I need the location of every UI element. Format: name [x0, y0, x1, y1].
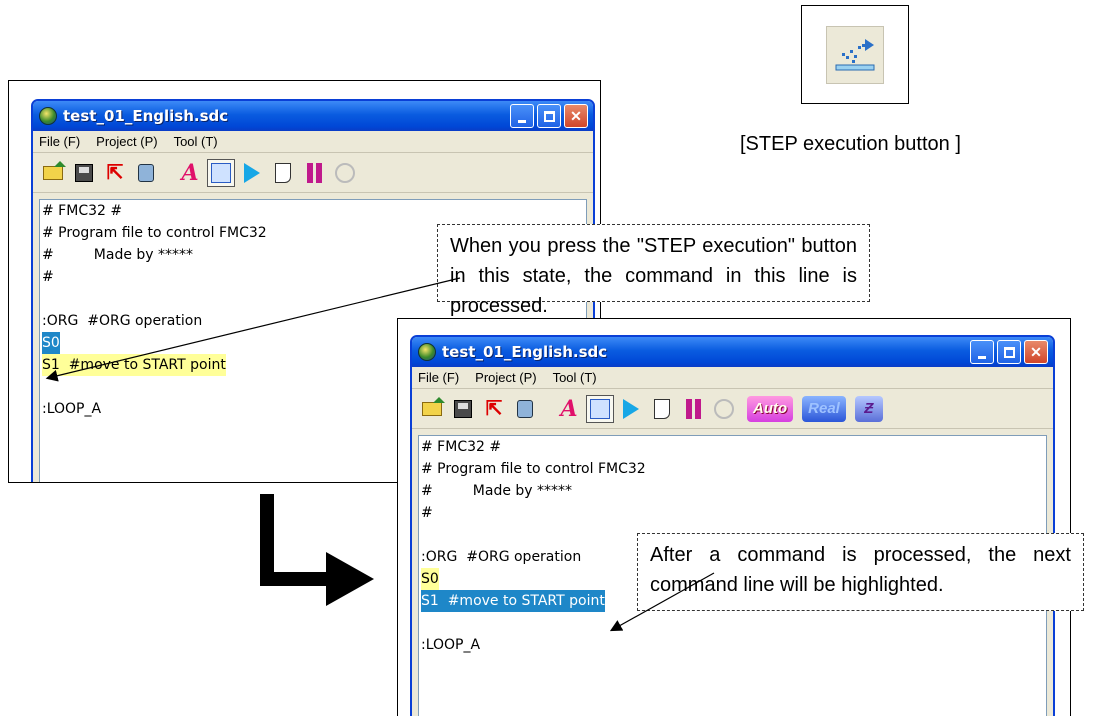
previous-line-highlight: S0: [421, 568, 439, 590]
real-mode-button[interactable]: Real: [802, 395, 846, 422]
step-execution-icon[interactable]: [586, 394, 614, 423]
current-line-highlight: S1 #move to START point: [421, 590, 605, 612]
step-execution-icon: [826, 25, 884, 84]
maximize-button[interactable]: [997, 340, 1021, 364]
run-icon[interactable]: [238, 159, 266, 187]
auto-mode-button[interactable]: Auto: [747, 395, 794, 422]
menu-file[interactable]: File (F): [418, 370, 459, 385]
stop-icon[interactable]: [710, 395, 738, 423]
step-execution-icon[interactable]: [207, 158, 235, 187]
code-line: # FMC32 #: [421, 439, 502, 455]
menu-project[interactable]: Project (P): [475, 370, 536, 385]
title-bar: test_01_English.sdc ✕: [33, 101, 593, 131]
open-folder-icon[interactable]: [418, 395, 446, 423]
screenshot-after-frame: test_01_English.sdc ✕ File (F) Project (…: [397, 318, 1071, 716]
step-callout-before: When you press the "STEP execution" butt…: [437, 224, 870, 317]
font-a-icon[interactable]: A: [176, 159, 204, 187]
app-window-after: test_01_English.sdc ✕ File (F) Project (…: [410, 335, 1055, 716]
menu-tool[interactable]: Tool (T): [174, 134, 218, 149]
toolbar: ⇱ A: [33, 153, 593, 193]
pause-icon[interactable]: [679, 395, 707, 423]
page-icon[interactable]: [269, 159, 297, 187]
menu-file[interactable]: File (F): [39, 134, 80, 149]
app-icon: [418, 343, 436, 361]
code-line: # FMC32 #: [42, 203, 123, 219]
menu-bar: File (F) Project (P) Tool (T): [33, 131, 593, 153]
database-icon[interactable]: [132, 159, 160, 187]
database-icon[interactable]: [511, 395, 539, 423]
code-line: # Made by *****: [421, 483, 573, 499]
save-icon[interactable]: [449, 395, 477, 423]
code-line: #: [421, 505, 433, 521]
next-line-highlight: S1 #move to START point: [42, 354, 226, 376]
save-icon[interactable]: [70, 159, 98, 187]
exit-icon[interactable]: ⇱: [480, 395, 508, 423]
minimize-button[interactable]: [510, 104, 534, 128]
close-button[interactable]: ✕: [564, 104, 588, 128]
flow-arrow: [260, 494, 374, 606]
close-button[interactable]: ✕: [1024, 340, 1048, 364]
minimize-button[interactable]: [970, 340, 994, 364]
pause-icon[interactable]: [300, 159, 328, 187]
menu-project[interactable]: Project (P): [96, 134, 157, 149]
font-a-icon[interactable]: A: [555, 395, 583, 423]
lightning-button[interactable]: Ƶ: [854, 395, 883, 422]
code-line: # Program file to control FMC32: [421, 461, 646, 477]
step-button-frame: [801, 5, 909, 104]
step-button-caption: [STEP execution button ]: [740, 133, 961, 155]
window-title: test_01_English.sdc: [442, 343, 608, 361]
window-title: test_01_English.sdc: [63, 107, 229, 125]
page-icon[interactable]: [648, 395, 676, 423]
code-line: :LOOP_A: [421, 637, 481, 653]
run-icon[interactable]: [617, 395, 645, 423]
app-icon: [39, 107, 57, 125]
title-bar: test_01_English.sdc ✕: [412, 337, 1053, 367]
toolbar: ⇱ A Auto Real Ƶ: [412, 389, 1053, 429]
current-line-highlight: S0: [42, 332, 60, 354]
menu-tool[interactable]: Tool (T): [553, 370, 597, 385]
menu-bar: File (F) Project (P) Tool (T): [412, 367, 1053, 389]
exit-icon[interactable]: ⇱: [101, 159, 129, 187]
stop-icon[interactable]: [331, 159, 359, 187]
open-folder-icon[interactable]: [39, 159, 67, 187]
maximize-button[interactable]: [537, 104, 561, 128]
step-callout-after: After a command is processed, the next c…: [637, 533, 1084, 611]
